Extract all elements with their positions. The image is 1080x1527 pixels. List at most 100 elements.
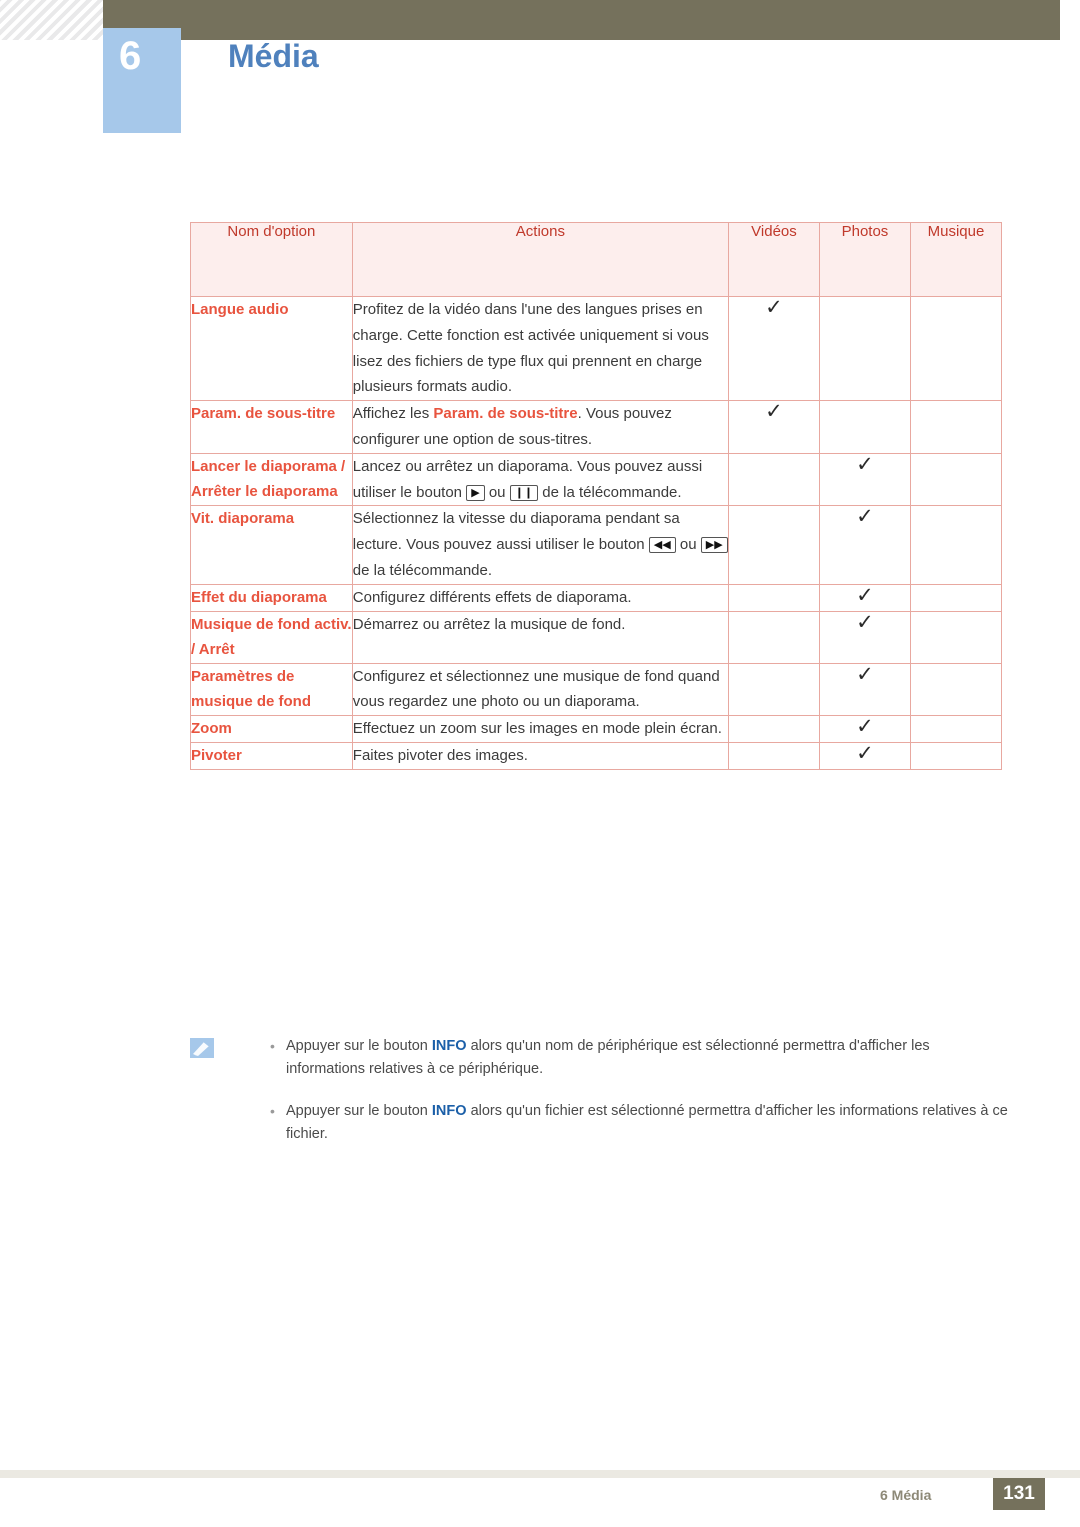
support-videos — [727, 715, 820, 743]
option-name: Zoom — [190, 715, 353, 743]
table-row: Zoom Effectuez un zoom sur les images en… — [190, 714, 1003, 743]
option-action: Configurez différents effets de diaporam… — [351, 583, 729, 612]
support-musique — [909, 610, 1003, 664]
footer-divider — [0, 1470, 1080, 1478]
footer-chapter-label: 6 Média — [880, 1487, 932, 1503]
col-header-photos: Photos — [818, 222, 911, 297]
table-row: Musique de fond activ. / Arrêt Démarrez … — [190, 610, 1003, 664]
note-text-pre: Appuyer sur le bouton — [286, 1038, 432, 1054]
rewind-button-glyph: ◀◀ — [648, 537, 676, 554]
option-name: Pivoter — [190, 741, 353, 770]
support-musique — [909, 662, 1003, 717]
action-text: Affichez les — [352, 405, 434, 423]
chapter-number: 6 — [119, 34, 142, 78]
bullet-icon: • — [270, 1038, 275, 1054]
action-text-mid: ou — [675, 536, 701, 554]
footer-page-number: 131 — [993, 1478, 1045, 1510]
action-text: Sélectionnez la vitesse du diaporama pen… — [352, 510, 680, 554]
support-videos — [727, 741, 820, 770]
option-name: Param. de sous-titre — [190, 400, 353, 454]
support-photos: ✓ — [818, 714, 911, 743]
play-button-glyph: ▶ — [466, 484, 485, 501]
option-action: Affichez les Param. de sous-titre. Vous … — [351, 400, 729, 454]
support-musique — [909, 452, 1003, 507]
fast-forward-button-glyph: ▶▶ — [700, 537, 728, 554]
action-text: Démarrez ou arrêtez la musique de fond. — [352, 615, 626, 633]
support-videos — [727, 610, 820, 664]
col-header-actions: Actions — [351, 222, 729, 297]
table-row: Effet du diaporama Configurez différents… — [190, 582, 1003, 612]
table-row: Vit. diaporama Sélectionnez la vitesse d… — [190, 504, 1003, 585]
header-right-margin — [1060, 0, 1080, 40]
options-table-container: Nom d'option Actions Vidéos Photos Musiq… — [190, 222, 1003, 770]
support-musique — [909, 715, 1003, 743]
col-header-musique: Musique — [909, 222, 1003, 297]
check-icon: ✓ — [765, 295, 783, 319]
option-action: Démarrez ou arrêtez la musique de fond. — [351, 610, 729, 664]
support-videos — [727, 505, 820, 585]
support-musique — [909, 583, 1003, 612]
action-highlight: Param. de sous-titre — [433, 405, 578, 423]
table-header-row: Nom d'option Actions Vidéos Photos Musiq… — [190, 222, 1003, 297]
support-photos: ✓ — [818, 740, 911, 770]
check-icon: ✓ — [856, 740, 874, 765]
option-action: Faites pivoter des images. — [351, 741, 729, 770]
option-name: Vit. diaporama — [190, 505, 353, 585]
check-icon: ✓ — [856, 451, 874, 476]
option-action: Sélectionnez la vitesse du diaporama pen… — [351, 505, 729, 585]
table-row: Pivoter Faites pivoter des images. ✓ — [190, 740, 1003, 770]
check-icon: ✓ — [856, 582, 874, 607]
header-hatch-pattern — [0, 0, 103, 40]
option-name: Paramètres de musique de fond — [190, 662, 353, 717]
col-header-videos: Vidéos — [727, 222, 820, 297]
action-text: Profitez de la vidéo dans l'une des lang… — [352, 301, 709, 396]
support-photos — [818, 295, 911, 402]
note-list: • Appuyer sur le bouton INFO alors qu'un… — [190, 1035, 1010, 1147]
note-text-pre: Appuyer sur le bouton — [286, 1102, 432, 1119]
bullet-icon: • — [270, 1102, 275, 1119]
support-musique — [909, 400, 1003, 454]
action-text: Configurez et sélectionnez une musique d… — [352, 667, 720, 711]
action-text-mid: ou — [484, 483, 510, 501]
option-action: Effectuez un zoom sur les images en mode… — [351, 715, 729, 743]
list-item: • Appuyer sur le bouton INFO alors qu'un… — [190, 1035, 1010, 1082]
list-item: • Appuyer sur le bouton INFO alors qu'un… — [190, 1100, 1010, 1147]
col-header-option-name: Nom d'option — [190, 222, 353, 297]
support-photos: ✓ — [818, 504, 911, 585]
table-row: Lancer le diaporama / Arrêter le diapora… — [190, 451, 1003, 507]
action-text: Effectuez un zoom sur les images en mode… — [352, 720, 722, 738]
support-photos: ✓ — [818, 610, 911, 664]
option-name: Musique de fond activ. / Arrêt — [190, 610, 353, 664]
chapter-badge — [103, 28, 181, 133]
action-text-post: de la télécommande. — [538, 483, 682, 501]
table-row: Paramètres de musique de fond Configurez… — [190, 661, 1003, 717]
support-videos — [727, 452, 820, 507]
header-olive-band — [103, 0, 1060, 40]
support-photos: ✓ — [818, 661, 911, 717]
support-musique — [909, 741, 1003, 770]
support-videos — [727, 662, 820, 717]
notes-section: • Appuyer sur le bouton INFO alors qu'un… — [190, 1035, 1010, 1165]
check-icon: ✓ — [856, 714, 874, 739]
option-name: Langue audio — [190, 295, 353, 402]
support-videos — [727, 583, 820, 612]
option-name: Effet du diaporama — [190, 583, 353, 612]
chapter-title: Média — [228, 38, 319, 74]
support-photos — [818, 400, 911, 454]
support-videos: ✓ — [727, 295, 820, 402]
option-action: Lancez ou arrêtez un diaporama. Vous pou… — [351, 452, 729, 507]
note-keyword: INFO — [431, 1102, 467, 1119]
option-action: Profitez de la vidéo dans l'une des lang… — [351, 295, 729, 402]
action-text: Faites pivoter des images. — [352, 746, 528, 764]
support-musique — [909, 505, 1003, 585]
option-name: Lancer le diaporama / Arrêter le diapora… — [190, 452, 353, 507]
support-videos: ✓ — [727, 400, 820, 454]
note-keyword: INFO — [431, 1038, 467, 1054]
check-icon: ✓ — [856, 661, 874, 686]
support-musique — [909, 295, 1003, 402]
action-text-post: de la télécommande. — [352, 561, 493, 579]
support-photos: ✓ — [818, 451, 911, 507]
check-icon: ✓ — [856, 504, 874, 529]
options-table: Nom d'option Actions Vidéos Photos Musiq… — [190, 222, 1003, 770]
support-photos: ✓ — [818, 582, 911, 612]
